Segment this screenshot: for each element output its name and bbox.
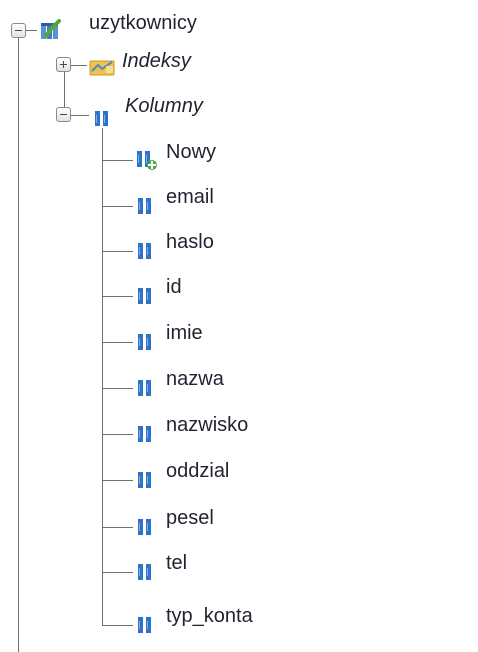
new-column-label[interactable]: Nowy (166, 140, 216, 164)
column-label-imie[interactable]: imie (166, 321, 203, 345)
column-label-nazwisko[interactable]: nazwisko (166, 413, 248, 437)
column-icon (138, 564, 151, 580)
tree-line (71, 115, 89, 116)
index-icon (89, 60, 115, 76)
navigation-tree: uzytkownicy Indeksy Kolumny Nowy email h… (0, 0, 478, 652)
column-label-oddzial[interactable]: oddzial (166, 459, 229, 483)
collapse-columns-button[interactable] (56, 107, 71, 122)
column-label-typ-konta[interactable]: typ_konta (166, 604, 253, 628)
column-label-email[interactable]: email (166, 185, 214, 209)
tree-line (102, 160, 133, 161)
column-icon (138, 334, 151, 350)
column-icon (138, 380, 151, 396)
column-label-pesel[interactable]: pesel (166, 506, 214, 530)
column-label-tel[interactable]: tel (166, 551, 187, 575)
table-icon (41, 19, 61, 39)
column-icon (138, 426, 151, 442)
tree-line (102, 527, 133, 528)
collapse-table-button[interactable] (11, 23, 26, 38)
tree-line (102, 434, 133, 435)
expand-indexes-button[interactable] (56, 57, 71, 72)
column-icon (138, 472, 151, 488)
tree-line (102, 251, 133, 252)
tree-line (102, 572, 133, 573)
indexes-label[interactable]: Indeksy (122, 49, 191, 73)
tree-line (102, 625, 133, 626)
tree-line (102, 388, 133, 389)
columns-icon (95, 111, 108, 126)
tree-line (102, 128, 103, 626)
column-icon (138, 198, 151, 214)
column-label-nazwa[interactable]: nazwa (166, 367, 224, 391)
column-label-id[interactable]: id (166, 275, 182, 299)
tree-line (26, 30, 37, 31)
new-column-icon (137, 151, 157, 170)
column-icon (138, 288, 151, 304)
column-label-haslo[interactable]: haslo (166, 230, 214, 254)
tree-line (102, 206, 133, 207)
tree-line (102, 296, 133, 297)
column-icon (138, 617, 151, 633)
column-icon (138, 243, 151, 259)
tree-line (71, 65, 87, 66)
tree-line (102, 342, 133, 343)
tree-line (18, 30, 19, 652)
column-icon (138, 519, 151, 535)
table-label[interactable]: uzytkownicy (89, 11, 197, 35)
tree-line (102, 480, 133, 481)
columns-label[interactable]: Kolumny (125, 94, 203, 118)
